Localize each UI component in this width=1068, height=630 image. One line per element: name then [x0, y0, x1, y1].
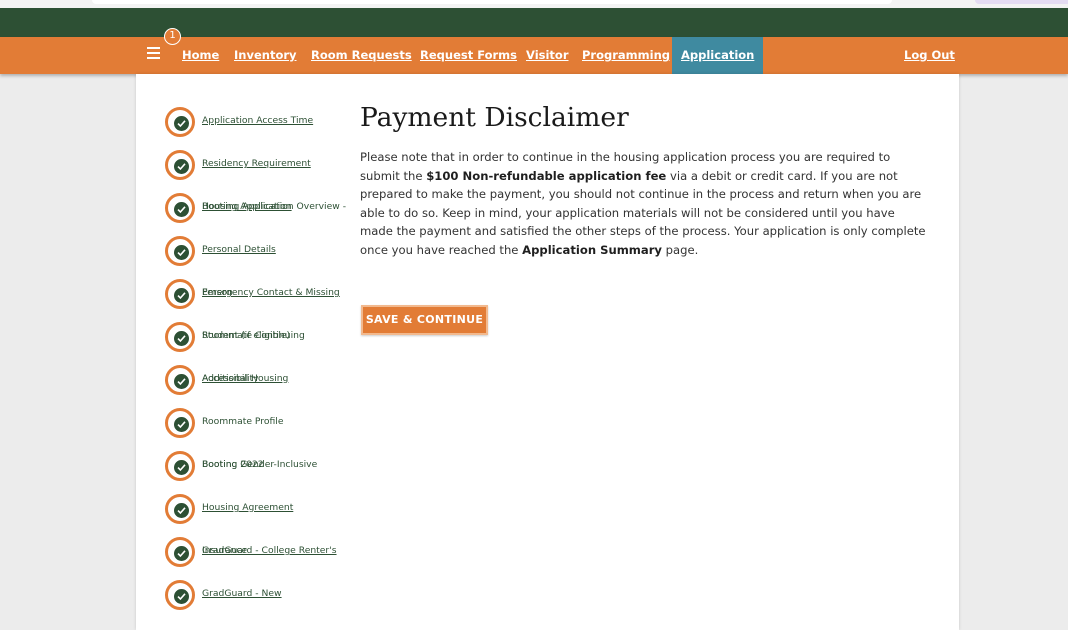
step-item: GradGuard - College Renter's Insurance — [165, 537, 355, 569]
step-label: Roommate Profile — [202, 416, 284, 427]
check-icon — [165, 236, 195, 266]
step-label-overlap-text: Housing Application Overview - — [202, 201, 347, 212]
step-label: Booting Gender-Inclusive Booting 2022 — [202, 459, 317, 470]
step-label-overlap-text: Booting 2022 — [202, 459, 264, 470]
check-icon — [165, 451, 195, 481]
nav-home[interactable]: Home — [182, 37, 219, 74]
check-icon — [165, 279, 195, 309]
check-icon — [165, 494, 195, 524]
step-label-overlap-text: Person — [202, 287, 233, 298]
step-item: Emergency Contact & Missing Person — [165, 279, 355, 311]
step-label-overlap-text: Roommate Continuing — [202, 330, 305, 341]
nav-application[interactable]: Application — [672, 37, 764, 74]
browser-extension-area — [975, 0, 1068, 4]
check-icon — [165, 150, 195, 180]
step-item: GradGuard - New — [165, 580, 355, 612]
step-item: Roommate Profile — [165, 408, 355, 440]
check-icon — [165, 537, 195, 567]
fee-emphasis: $100 Non-refundable application fee — [426, 168, 667, 183]
logout-link[interactable]: Log Out — [904, 37, 955, 74]
step-link[interactable]: GradGuard - New — [202, 588, 282, 599]
main-content: Application Access Time Residency Requir… — [136, 74, 959, 630]
notification-badge[interactable]: 1 — [164, 28, 181, 45]
step-item: Booting Application Housing Application O… — [165, 193, 355, 225]
step-item: Booting Gender-Inclusive Booting 2022 — [165, 451, 355, 483]
step-item: Student (if eligible) Roommate Continuing — [165, 322, 355, 354]
disclaimer-text: Please note that in order to continue in… — [360, 148, 926, 260]
main-navigation: Home Inventory Room Requests Request For… — [0, 37, 1068, 74]
step-link[interactable]: Additional Housing Accessibility — [202, 373, 288, 384]
site-header-band — [0, 8, 1068, 37]
step-link[interactable]: Application Access Time — [202, 115, 313, 126]
nav-inventory[interactable]: Inventory — [234, 37, 297, 74]
step-label: Student (if eligible) Roommate Continuing — [202, 330, 305, 341]
step-item: Residency Requirement — [165, 150, 355, 182]
check-icon — [165, 193, 195, 223]
nav-visitor[interactable]: Visitor — [526, 37, 569, 74]
address-bar — [92, 0, 892, 4]
save-continue-button[interactable]: SAVE & CONTINUE — [361, 305, 488, 335]
step-link[interactable]: Residency Requirement — [202, 158, 311, 169]
step-label-overlap-text: Accessibility — [202, 373, 259, 384]
step-item: Additional Housing Accessibility — [165, 365, 355, 397]
step-item: Personal Details — [165, 236, 355, 268]
step-link[interactable]: Personal Details — [202, 244, 276, 255]
check-icon — [165, 107, 195, 137]
browser-top-strip — [0, 0, 1068, 8]
check-icon — [165, 322, 195, 352]
check-icon — [165, 408, 195, 438]
step-item: Application Access Time — [165, 107, 355, 139]
hamburger-menu-icon[interactable] — [147, 47, 161, 61]
check-icon — [165, 580, 195, 610]
disclaimer-part-3: page. — [661, 242, 699, 257]
page-title: Payment Disclaimer — [360, 102, 629, 133]
summary-emphasis: Application Summary — [522, 242, 662, 257]
nav-request-forms[interactable]: Request Forms — [420, 37, 517, 74]
step-label-overlap-text: Insurance — [202, 545, 248, 556]
nav-room-requests[interactable]: Room Requests — [311, 37, 412, 74]
step-item: Housing Agreement — [165, 494, 355, 526]
nav-programming[interactable]: Programming — [582, 37, 670, 74]
step-link[interactable]: Housing Agreement — [202, 502, 293, 513]
step-link[interactable]: Booting Application Housing Application O… — [202, 201, 346, 212]
step-link[interactable]: GradGuard - College Renter's Insurance — [202, 545, 337, 556]
check-icon — [165, 365, 195, 395]
step-link[interactable]: Emergency Contact & Missing Person — [202, 287, 340, 298]
